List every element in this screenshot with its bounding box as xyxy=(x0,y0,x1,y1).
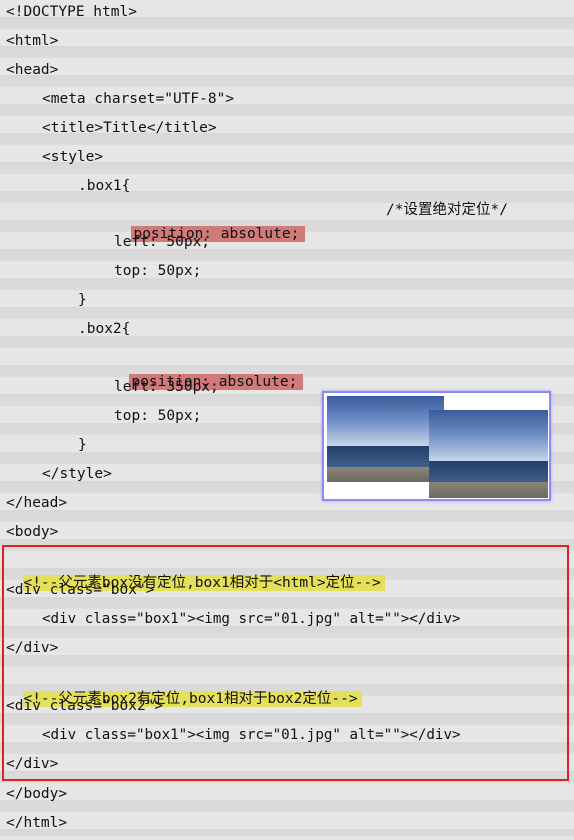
code-line-html-open: <html> xyxy=(6,33,59,49)
code-line-div-close: </div> xyxy=(6,640,59,656)
code-line-div-box-open: <div class="box"> xyxy=(6,582,155,598)
code-line-doctype: <!DOCTYPE html> xyxy=(6,4,137,20)
result-preview xyxy=(322,391,551,501)
sea-photo xyxy=(327,396,444,482)
code-line-box2-position: position: absolute; xyxy=(112,346,304,390)
code-line-box2-top: top: 50px; xyxy=(114,408,202,424)
code-line-box1-left: left: 50px; xyxy=(114,234,211,250)
code-line-box1-img: <div class="box1"><img src="01.jpg" alt=… xyxy=(42,727,461,743)
code-line-box2-close: } xyxy=(78,437,87,453)
code-line-box1-close: } xyxy=(78,292,87,308)
code-line-meta: <meta charset="UTF-8"> xyxy=(42,91,235,107)
sea-photo xyxy=(429,410,548,498)
code-comment-has-position: <!--父元素box2有定位,box1相对于box2定位--> xyxy=(6,663,362,707)
code-line-body-close: </body> xyxy=(6,786,68,802)
code-line-div-close: </div> xyxy=(6,756,59,772)
code-line-box1-img: <div class="box1"><img src="01.jpg" alt=… xyxy=(42,611,461,627)
code-line-title: <title>Title</title> xyxy=(42,120,217,136)
code-line-head-open: <head> xyxy=(6,62,59,78)
code-line-box1-position: position: absolute; xyxy=(114,198,306,242)
code-line-box2-left: left: 350px; xyxy=(114,379,219,395)
code-comment-no-position: <!--父元素box没有定位,box1相对于<html>定位--> xyxy=(6,547,385,591)
code-line-box1-top: top: 50px; xyxy=(114,263,202,279)
code-line-style-open: <style> xyxy=(42,149,104,165)
code-line-style-close: </style> xyxy=(42,466,112,482)
code-line-box2-selector: .box2{ xyxy=(78,321,131,337)
code-line-div-box2-open: <div class="box2"> xyxy=(6,698,164,714)
code-line-head-close: </head> xyxy=(6,495,68,511)
code-comment-absolute: /*设置绝对定位*/ xyxy=(386,202,508,218)
